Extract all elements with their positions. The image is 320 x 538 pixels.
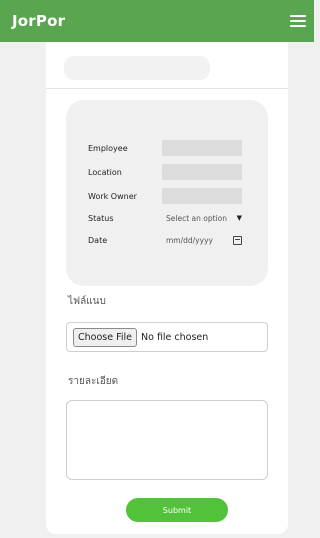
divider (46, 88, 288, 89)
calendar-icon[interactable] (233, 235, 242, 245)
employee-label: Employee (88, 143, 128, 153)
submit-button[interactable]: Submit (126, 498, 228, 522)
status-select[interactable]: Select an option ▼ (162, 210, 244, 226)
location-row: Location (88, 164, 158, 180)
top-navbar: JorPor (0, 0, 314, 42)
top-placeholder-bar (64, 56, 210, 80)
location-label: Location (88, 167, 122, 177)
work-owner-row: Work Owner (88, 188, 158, 204)
date-placeholder: mm/dd/yyyy (166, 235, 213, 245)
details-textarea[interactable] (66, 400, 268, 480)
brand-logo[interactable]: JorPor (12, 12, 65, 30)
work-owner-input[interactable] (162, 188, 242, 204)
employee-input[interactable] (162, 140, 242, 156)
date-input[interactable]: mm/dd/yyyy (162, 232, 244, 248)
date-row: Date (88, 232, 158, 248)
employee-row: Employee (88, 140, 158, 156)
status-label: Status (88, 213, 114, 223)
location-input[interactable] (162, 164, 242, 180)
status-row: Status (88, 210, 158, 226)
file-status-text: No file chosen (141, 331, 209, 343)
choose-file-button[interactable]: Choose File (73, 327, 137, 347)
form-card: Employee Location Work Owner Status Sele… (46, 42, 288, 534)
chevron-down-icon: ▼ (236, 214, 242, 222)
details-label: รายละเอียด (68, 376, 119, 387)
attachment-label: ไฟล์แนบ (68, 296, 106, 307)
file-input: Choose File No file chosen (66, 322, 268, 352)
date-label: Date (88, 235, 108, 245)
form-fields-panel: Employee Location Work Owner Status Sele… (66, 100, 268, 286)
hamburger-menu-icon[interactable] (290, 15, 306, 27)
work-owner-label: Work Owner (88, 191, 137, 201)
status-select-value: Select an option (166, 213, 227, 223)
